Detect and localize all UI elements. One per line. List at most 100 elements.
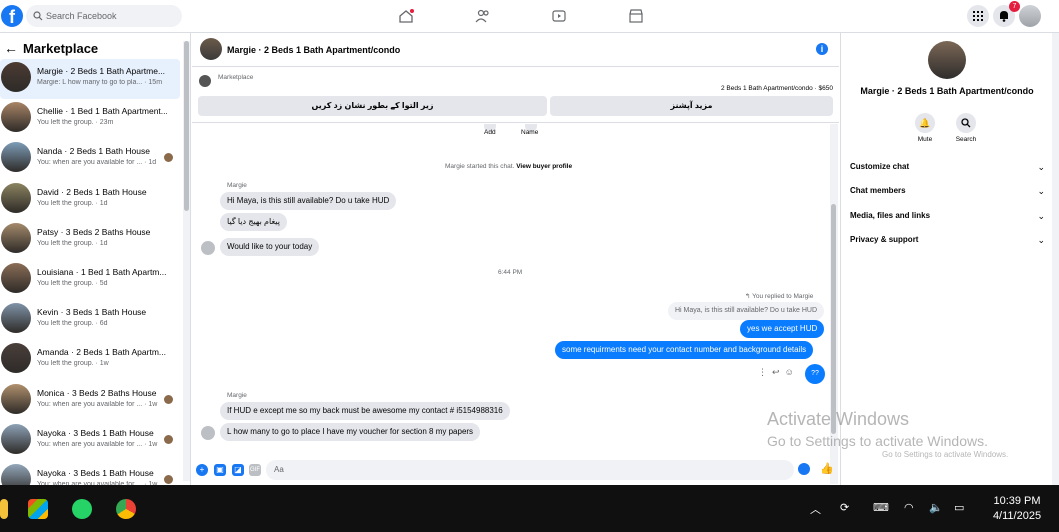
scrollbar-thumb[interactable] bbox=[831, 204, 836, 434]
conversation-header: Margie · 2 Beds 1 Bath Apartment/condo i bbox=[192, 33, 839, 67]
wifi-icon[interactable]: ◠ bbox=[904, 501, 914, 514]
incoming-message[interactable]: If HUD e except me so my back must be aw… bbox=[220, 402, 510, 420]
outgoing-message[interactable]: yes we accept HUD bbox=[740, 320, 825, 338]
profile-avatar[interactable] bbox=[1019, 5, 1041, 27]
details-name: Margie · 2 Beds 1 Bath Apartment/condo bbox=[860, 86, 1034, 96]
message-input[interactable]: Aa bbox=[266, 460, 794, 480]
page-scrollbar[interactable] bbox=[1052, 33, 1059, 485]
chat-list-item[interactable]: Patsy · 3 Beds 2 Baths House You left the… bbox=[0, 220, 180, 260]
chat-preview: You left the group. · 1d bbox=[37, 239, 108, 247]
listing-summary[interactable]: 2 Beds 1 Bath Apartment/condo · $650 bbox=[721, 85, 833, 92]
chat-list-item[interactable]: Nayoka · 3 Beds 1 Bath House You: when ar… bbox=[0, 421, 180, 461]
menu-media-files-links[interactable]: Media, files and links ⌄ bbox=[850, 211, 1045, 221]
chat-list-scrollbar[interactable] bbox=[183, 41, 190, 481]
seen-avatar bbox=[164, 475, 173, 484]
notifications-button[interactable]: 7 bbox=[993, 1, 1020, 27]
more-options-icon[interactable]: ⋮ bbox=[758, 367, 767, 377]
photo-icon[interactable]: ▣ bbox=[214, 464, 226, 476]
marketplace-avatar bbox=[199, 75, 211, 87]
mark-pending-button[interactable]: زیر التوا کے بطور نشان زد کریں bbox=[198, 96, 547, 116]
chat-list-item[interactable]: Monica · 3 Beds 2 Baths House You: when a… bbox=[0, 381, 180, 421]
conversation-avatar[interactable] bbox=[200, 38, 222, 60]
sender-name: Margie bbox=[227, 182, 247, 189]
view-buyer-profile-link[interactable]: View buyer profile bbox=[516, 163, 572, 170]
chat-list-item[interactable]: Chellie · 1 Bed 1 Bath Apartment... You l… bbox=[0, 99, 180, 139]
mute-label: Mute bbox=[917, 136, 933, 143]
conversation-title[interactable]: Margie · 2 Beds 1 Bath Apartment/condo bbox=[227, 45, 400, 55]
search-button[interactable] bbox=[956, 113, 976, 133]
timestamp: 6:44 PM bbox=[498, 269, 523, 276]
menu-grid-button[interactable] bbox=[967, 5, 989, 27]
bell-icon bbox=[1000, 11, 1008, 22]
store-icon[interactable] bbox=[28, 499, 48, 519]
chat-title: Nanda · 2 Beds 1 Bath House bbox=[37, 146, 150, 157]
incoming-message[interactable]: Would like to your today bbox=[220, 238, 320, 256]
keyboard-icon[interactable]: ⌨ bbox=[873, 501, 889, 514]
details-avatar[interactable] bbox=[928, 41, 966, 79]
facebook-logo[interactable]: f bbox=[1, 5, 23, 27]
top-bar: f Search Facebook 7 bbox=[0, 0, 1059, 33]
conversation-panel: Margie · 2 Beds 1 Bath Apartment/condo i… bbox=[192, 33, 839, 485]
listing-thumbnail bbox=[1, 343, 31, 374]
back-arrow-icon[interactable]: ← bbox=[4, 40, 18, 56]
chat-list-item[interactable]: Amanda · 2 Beds 1 Bath Apartm... You left… bbox=[0, 340, 180, 380]
video-icon[interactable] bbox=[551, 8, 567, 24]
chevron-down-icon: ⌄ bbox=[1037, 162, 1045, 172]
chat-preview: You left the group. · 5d bbox=[37, 280, 108, 287]
incoming-message[interactable]: L how many to go to place I have my vouc… bbox=[220, 423, 481, 441]
quoted-message[interactable]: Hi Maya, is this still available? Do u t… bbox=[668, 302, 824, 320]
chat-list-item[interactable]: David · 2 Beds 1 Bath House You left the … bbox=[0, 180, 180, 220]
chat-title: Monica · 3 Beds 2 Baths House bbox=[37, 387, 157, 398]
add-label: Add bbox=[484, 129, 496, 136]
system-clock[interactable]: 10:39 PM 4/11/2025 bbox=[984, 494, 1050, 524]
scrollbar-thumb[interactable] bbox=[184, 41, 189, 211]
chevron-up-icon[interactable]: ︿ bbox=[810, 501, 821, 517]
search-input[interactable]: Search Facebook bbox=[26, 5, 182, 27]
file-explorer-icon[interactable] bbox=[0, 499, 8, 519]
windows-taskbar: ︿ ⟳ ⌨ ◠ 🔈 ▭ 10:39 PM 4/11/2025 bbox=[0, 485, 1059, 532]
emoji-icon[interactable] bbox=[798, 463, 810, 475]
chat-title: Amanda · 2 Beds 1 Bath Apartm... bbox=[37, 347, 166, 358]
whatsapp-icon[interactable] bbox=[72, 499, 92, 519]
activate-windows-subtitle: Go to Settings to activate Windows. bbox=[767, 433, 988, 449]
chat-list-item[interactable]: Louisiana · 1 Bed 1 Bath Apartm... You le… bbox=[0, 260, 180, 300]
home-icon[interactable] bbox=[398, 8, 414, 24]
chrome-icon[interactable] bbox=[116, 499, 136, 519]
menu-privacy-support[interactable]: Privacy & support ⌄ bbox=[850, 235, 1045, 245]
gif-icon[interactable]: GIF bbox=[249, 464, 261, 476]
more-options-button[interactable]: مزید آپشنز bbox=[550, 96, 833, 116]
listing-thumbnail bbox=[1, 263, 31, 293]
react-icon[interactable]: ☺ bbox=[785, 367, 794, 377]
chat-list-item[interactable]: Margie · 2 Beds 1 Bath Apartme... Margie:… bbox=[0, 59, 180, 99]
chat-started-notice: Margie started this chat. View buyer pro… bbox=[445, 163, 572, 170]
info-icon[interactable]: i bbox=[816, 43, 828, 55]
chat-preview: You: when are you available for ... · 1d bbox=[37, 159, 157, 167]
listing-thumbnail bbox=[1, 222, 31, 253]
chat-list-item[interactable]: Nanda · 2 Beds 1 Bath House You: when are… bbox=[0, 139, 180, 179]
notification-badge: 7 bbox=[1009, 1, 1020, 12]
listing-thumbnail bbox=[1, 102, 31, 133]
chat-list-item[interactable]: Nayoka · 3 Beds 1 Bath House You: when ar… bbox=[0, 461, 180, 485]
reply-note: ↰ You replied to Margie bbox=[745, 292, 813, 300]
battery-icon[interactable]: ▭ bbox=[954, 501, 964, 514]
sticker-icon[interactable]: ◪ bbox=[232, 464, 244, 476]
incoming-message[interactable]: Hi Maya, is this still available? Do u t… bbox=[220, 192, 397, 210]
like-icon[interactable]: 👍 bbox=[820, 462, 834, 475]
menu-chat-members[interactable]: Chat members ⌄ bbox=[850, 186, 1045, 196]
volume-icon[interactable]: 🔈 bbox=[929, 501, 943, 514]
message-reply-bubble[interactable]: ?? bbox=[805, 364, 825, 384]
mute-button[interactable]: 🔔 bbox=[915, 113, 935, 133]
reply-icon[interactable]: ↩ bbox=[772, 367, 780, 377]
chat-list-item[interactable]: Kevin · 3 Beds 1 Bath House You left the … bbox=[0, 300, 180, 340]
incoming-message[interactable]: پیغام بھیج دیا گیا bbox=[220, 213, 287, 231]
search-icon bbox=[33, 11, 43, 21]
plus-icon[interactable]: + bbox=[196, 464, 208, 476]
message-thread: Add Name Margie started this chat. View … bbox=[192, 124, 831, 457]
thread-scrollbar[interactable] bbox=[830, 124, 838, 484]
menu-customize-chat[interactable]: Customize chat ⌄ bbox=[850, 162, 1045, 172]
sync-icon[interactable]: ⟳ bbox=[840, 501, 849, 514]
marketplace-icon[interactable] bbox=[628, 8, 644, 24]
chat-preview: You left the group. · 1d bbox=[37, 199, 108, 207]
friends-icon[interactable] bbox=[475, 8, 491, 24]
outgoing-message[interactable]: some requirments need your contact numbe… bbox=[555, 341, 814, 359]
